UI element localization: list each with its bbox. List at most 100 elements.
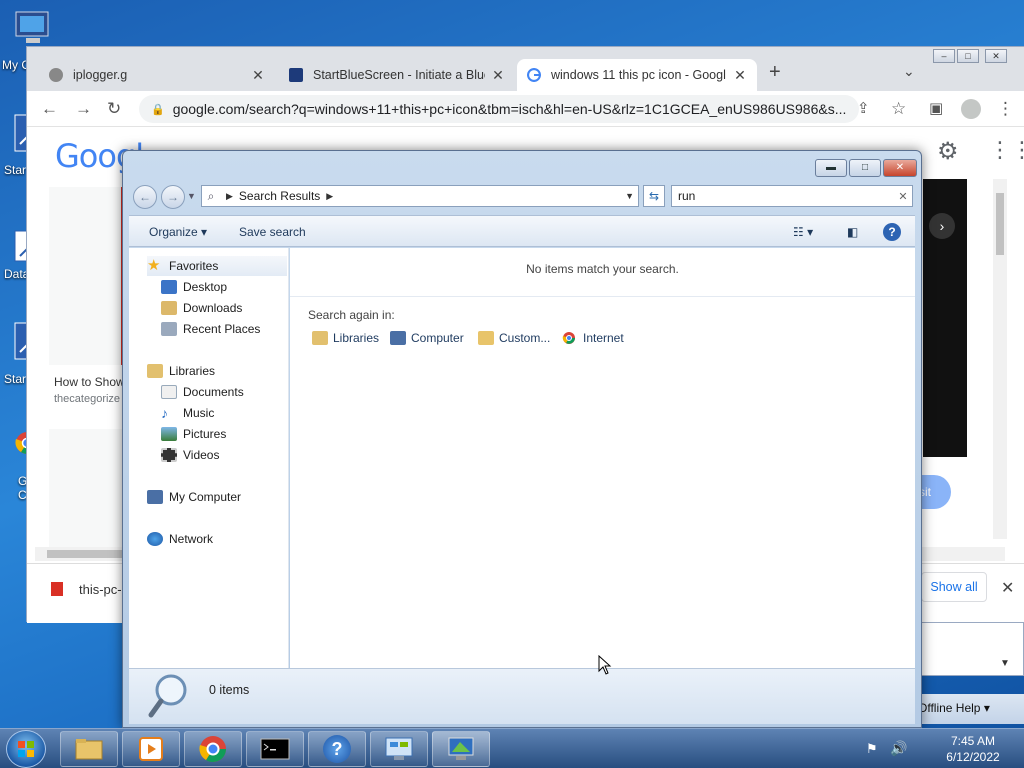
address-dropdown-icon[interactable]: ▼: [625, 191, 638, 201]
close-tab-icon[interactable]: ✕: [491, 67, 505, 84]
result-caption[interactable]: How to Show: [54, 375, 125, 389]
forward-icon[interactable]: →: [75, 99, 92, 119]
visit-button[interactable]: sit: [919, 475, 951, 509]
tab-title: iplogger.g: [73, 68, 128, 82]
explorer-minimize-button[interactable]: ▬: [815, 159, 847, 177]
bookmark-star-icon[interactable]: ☆: [891, 99, 906, 119]
nav-music[interactable]: ♪ Music: [161, 403, 214, 423]
forward-button[interactable]: →: [161, 185, 185, 209]
search-icon: ⌕: [207, 188, 215, 203]
nav-label: Libraries: [169, 364, 216, 378]
background-window-scroll-down-icon[interactable]: ▼: [1000, 658, 1010, 669]
help-icon[interactable]: ?: [883, 223, 901, 241]
close-tab-icon[interactable]: ✕: [251, 67, 265, 84]
taskbar-control-panel-button[interactable]: [370, 731, 428, 767]
explorer-close-button[interactable]: ✕: [883, 159, 917, 177]
tab-startbluescreen[interactable]: StartBlueScreen - Initiate a Blue S ✕: [279, 59, 515, 91]
offline-help-menu[interactable]: Offline Help ▾: [918, 701, 990, 715]
remote-desktop-icon: [448, 737, 474, 760]
nav-favorites[interactable]: ★ Favorites: [147, 256, 287, 276]
videos-icon: [161, 448, 177, 462]
search-again-internet[interactable]: Internet: [562, 330, 624, 346]
organize-button[interactable]: Organize ▾: [149, 225, 207, 239]
taskbar-help-button[interactable]: ?: [308, 731, 366, 767]
chrome-close-button[interactable]: ✕: [985, 49, 1007, 63]
nav-label: Favorites: [169, 259, 219, 273]
taskbar: ? ⚑ 🔊 7:45 AM 6/12/2022: [0, 728, 1024, 768]
start-button[interactable]: [6, 730, 46, 768]
recent-pages-dropdown-icon[interactable]: ▼: [187, 191, 196, 201]
google-icon: [527, 68, 541, 82]
chrome-maximize-button[interactable]: □: [957, 49, 979, 63]
tab-search-icon[interactable]: ⌄: [903, 63, 915, 80]
libraries-icon: [147, 364, 163, 378]
back-button[interactable]: ←: [133, 185, 157, 209]
address-bar[interactable]: 🔒 google.com/search?q=windows+11+this+pc…: [139, 95, 859, 123]
side-panel-icon[interactable]: ▣: [929, 99, 943, 117]
taskbar-explorer-button[interactable]: [60, 731, 118, 767]
tab-iplogger[interactable]: iplogger.g ✕: [39, 59, 275, 91]
save-search-button[interactable]: Save search: [239, 225, 306, 239]
vertical-scrollbar[interactable]: [993, 179, 1007, 539]
tab-google-search[interactable]: windows 11 this pc icon - Googl ✕: [517, 59, 757, 91]
new-tab-icon[interactable]: +: [769, 61, 781, 84]
location-label: Custom...: [499, 331, 551, 345]
back-icon[interactable]: ←: [41, 99, 58, 119]
taskbar-chrome-button[interactable]: [184, 731, 242, 767]
location-label: Computer: [411, 331, 464, 345]
reload-icon[interactable]: ↻: [107, 99, 121, 119]
clock[interactable]: 7:45 AM 6/12/2022: [928, 733, 1018, 765]
menu-dots-icon[interactable]: ⋮: [997, 99, 1014, 119]
show-all-button[interactable]: Show all: [921, 572, 987, 602]
preview-pane-icon[interactable]: ◧: [847, 225, 858, 239]
save-search-label: Save search: [239, 225, 306, 239]
apps-grid-icon[interactable]: ⋮⋮: [989, 137, 1024, 163]
nav-my-computer[interactable]: My Computer: [147, 487, 241, 507]
close-download-bar-icon[interactable]: ✕: [1001, 578, 1014, 598]
show-all-label: Show all: [930, 580, 978, 594]
scrollbar-thumb[interactable]: [47, 550, 129, 558]
close-tab-icon[interactable]: ✕: [733, 67, 747, 84]
chrome-toolbar: ← → ↻ 🔒 google.com/search?q=windows+11+t…: [27, 91, 1024, 127]
nav-network[interactable]: Network: [147, 529, 213, 549]
search-again-custom[interactable]: Custom...: [478, 330, 550, 346]
taskbar-remote-desktop-button[interactable]: [432, 731, 490, 767]
next-arrow-icon[interactable]: ›: [929, 213, 955, 239]
share-icon[interactable]: ⇪: [857, 99, 870, 117]
tab-title: StartBlueScreen - Initiate a Blue S: [313, 68, 485, 82]
settings-gear-icon[interactable]: ⚙: [937, 137, 959, 166]
refresh-button[interactable]: ⇆: [643, 185, 665, 207]
nav-downloads[interactable]: Downloads: [161, 298, 242, 318]
nav-videos[interactable]: Videos: [161, 445, 219, 465]
address-bar[interactable]: ⌕ ▶ Search Results ▶ ▼: [201, 185, 639, 207]
desktop-icon-label: Star: [4, 372, 27, 386]
taskbar-cmd-button[interactable]: [246, 731, 304, 767]
chrome-minimize-button[interactable]: –: [933, 49, 955, 63]
search-input[interactable]: run: [678, 189, 894, 203]
taskbar-media-player-button[interactable]: [122, 731, 180, 767]
computer-icon: [147, 490, 163, 504]
action-center-icon[interactable]: ⚑: [866, 741, 878, 757]
search-box[interactable]: run ✕: [671, 185, 913, 207]
download-item[interactable]: this-pc-: [79, 582, 122, 597]
media-player-icon: [139, 737, 163, 761]
search-again-libraries[interactable]: Libraries: [312, 330, 379, 346]
clear-search-icon[interactable]: ✕: [894, 190, 912, 203]
image-result-thumb[interactable]: [49, 187, 123, 365]
explorer-maximize-button[interactable]: □: [849, 159, 881, 177]
nav-documents[interactable]: Documents: [161, 382, 244, 402]
volume-icon[interactable]: 🔊: [890, 740, 907, 757]
my-computer-desktop-icon[interactable]: [14, 10, 49, 50]
search-again-computer[interactable]: Computer: [390, 330, 464, 346]
nav-desktop[interactable]: Desktop: [161, 277, 227, 297]
recent-places-icon: [161, 322, 177, 336]
location-label: Libraries: [333, 331, 380, 345]
image-result-thumb[interactable]: [49, 429, 123, 549]
scrollbar-thumb[interactable]: [996, 193, 1004, 255]
nav-pictures[interactable]: Pictures: [161, 424, 226, 444]
nav-recent-places[interactable]: Recent Places: [161, 319, 260, 339]
change-view-icon[interactable]: ☷ ▾: [793, 225, 813, 239]
breadcrumb-search-results[interactable]: Search Results: [239, 189, 320, 203]
profile-avatar[interactable]: [961, 99, 981, 119]
nav-libraries[interactable]: Libraries: [147, 361, 215, 381]
